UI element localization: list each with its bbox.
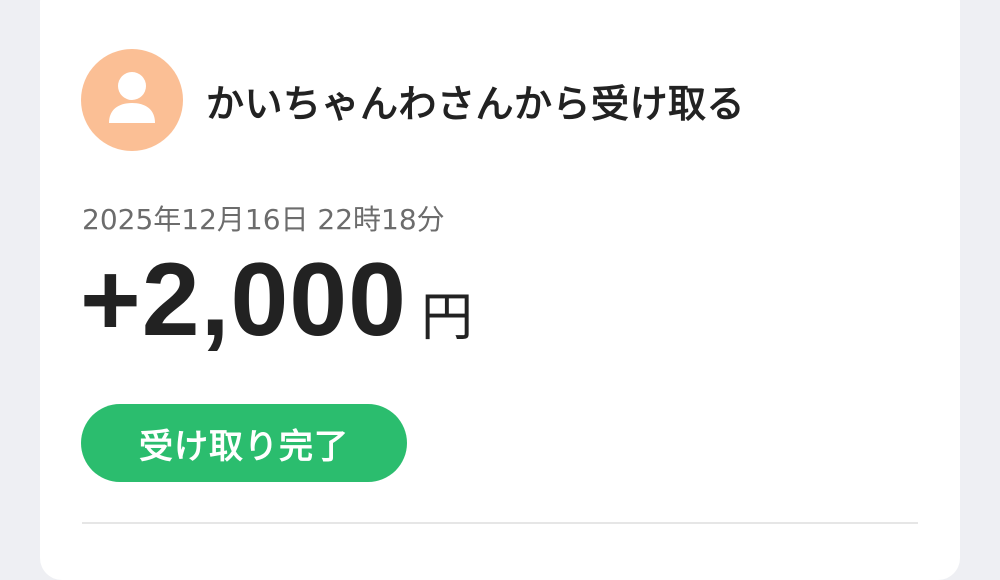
status-badge: 受け取り完了 [81,404,407,482]
transaction-header: かいちゃんわさんから受け取る [81,49,745,151]
transaction-datetime: 2025年12月16日 22時18分 [82,203,445,236]
avatar [81,49,183,151]
divider [82,522,918,524]
transaction-title: かいちゃんわさんから受け取る [206,81,746,126]
amount-row: +2,000 円 [80,248,473,352]
transaction-amount: +2,000 [80,242,407,358]
currency-unit: 円 [421,288,474,348]
transaction-card: かいちゃんわさんから受け取る 2025年12月16日 22時18分 +2,000… [40,0,960,580]
user-silhouette-icon [109,72,155,123]
